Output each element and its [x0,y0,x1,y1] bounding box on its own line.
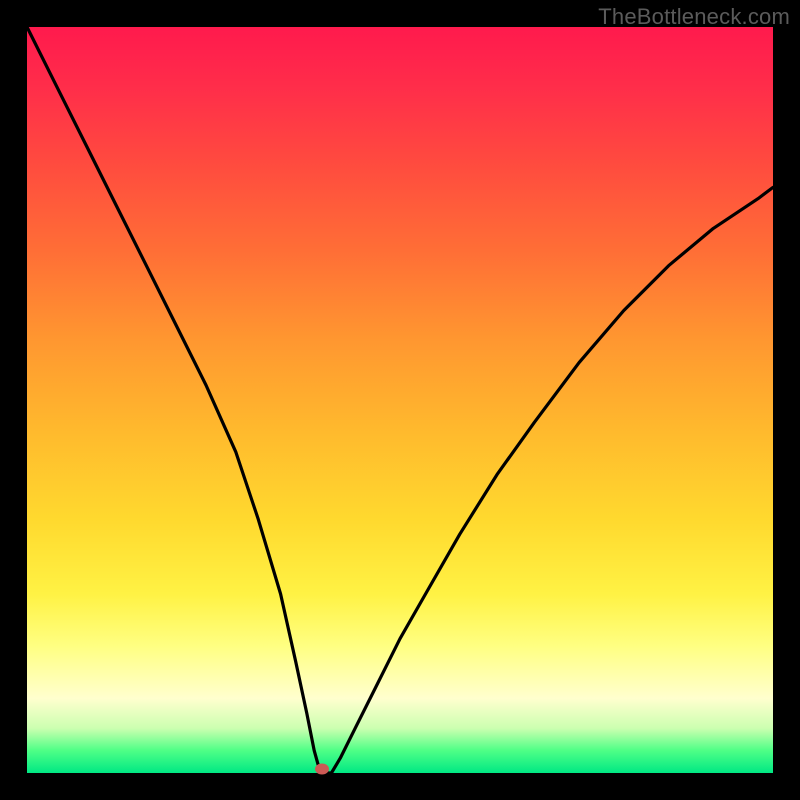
plot-area [27,27,773,773]
bottleneck-curve [27,27,773,773]
chart-frame: TheBottleneck.com [0,0,800,800]
minimum-marker [315,764,329,775]
